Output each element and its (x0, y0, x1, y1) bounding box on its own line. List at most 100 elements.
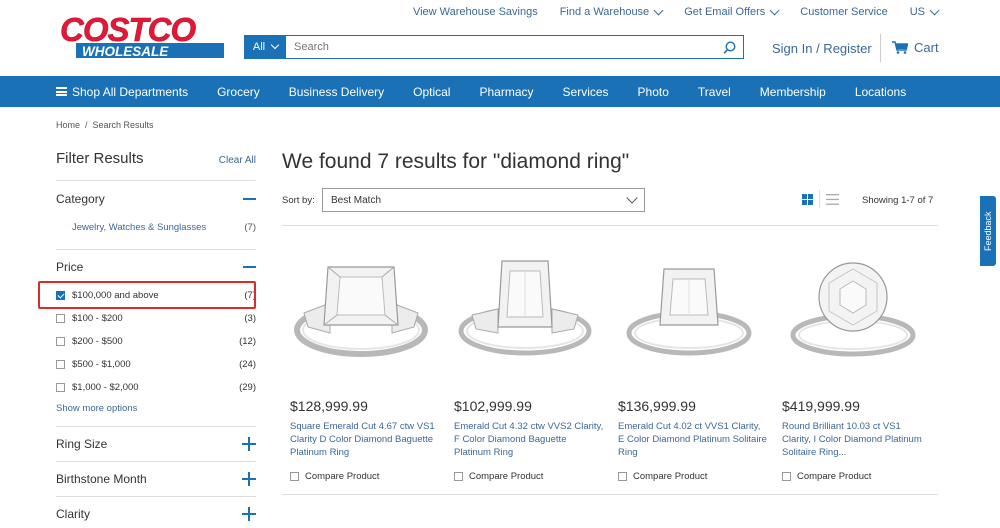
divider (282, 225, 938, 226)
product-price: $136,999.99 (618, 398, 696, 414)
checkbox[interactable] (56, 314, 65, 323)
search-bar: All (244, 35, 744, 59)
email-offers-link[interactable]: Get Email Offers (684, 5, 780, 18)
product-card[interactable]: $128,999.99 Square Emerald Cut 4.67 ctw … (290, 240, 440, 482)
search-icon[interactable] (715, 36, 743, 58)
nav-locations[interactable]: Locations (855, 85, 906, 99)
view-warehouse-savings-link[interactable]: View Warehouse Savings (413, 6, 538, 18)
checkbox[interactable] (290, 472, 299, 481)
product-image[interactable] (290, 240, 432, 380)
price-option[interactable]: $100 - $200 (3) (56, 307, 256, 330)
filter-sidebar: Filter Results Clear All Category Jewelr… (38, 150, 256, 528)
facet-birthstone-header[interactable]: Birthstone Month (56, 462, 256, 496)
header: COSTCO WHOLESALE View Warehouse Savings … (0, 0, 1000, 76)
collapse-icon (243, 198, 256, 200)
compare-product[interactable]: Compare Product (618, 471, 768, 482)
product-image[interactable] (454, 240, 596, 380)
checkbox[interactable] (782, 472, 791, 481)
checkbox-checked[interactable] (56, 291, 65, 300)
facet-price-header[interactable]: Price (56, 250, 256, 284)
results-count: Showing 1-7 of 7 (862, 195, 934, 206)
price-option[interactable]: $1,000 - $2,000 (29) (56, 376, 256, 399)
nav-pharmacy[interactable]: Pharmacy (479, 85, 533, 99)
top-links: View Warehouse Savings Find a Warehouse … (413, 5, 940, 18)
results-heading: We found 7 results for "diamond ring" (282, 150, 630, 173)
checkbox[interactable] (56, 360, 65, 369)
divider (819, 190, 820, 208)
checkbox[interactable] (618, 472, 627, 481)
chevron-down-icon (653, 5, 664, 15)
cart-button[interactable]: Cart (892, 40, 939, 55)
expand-icon (242, 472, 256, 486)
divider (880, 34, 881, 62)
nav-membership[interactable]: Membership (760, 85, 826, 99)
checkbox[interactable] (56, 383, 65, 392)
sort-dropdown[interactable]: Best Match (322, 188, 645, 212)
product-card[interactable]: $102,999.99 Emerald Cut 4.32 ctw VVS2 Cl… (454, 240, 604, 482)
category-option[interactable]: Jewelry, Watches & Sunglasses (7) (56, 217, 256, 249)
facet-birthstone: Birthstone Month (56, 462, 256, 497)
price-option[interactable]: $500 - $1,000 (24) (56, 353, 256, 376)
chevron-down-icon (270, 40, 280, 50)
product-image[interactable] (782, 240, 924, 380)
filter-title: Filter Results (56, 150, 144, 167)
product-card[interactable]: $136,999.99 Emerald Cut 4.02 ct VVS1 Cla… (618, 240, 768, 482)
svg-text:WHOLESALE: WHOLESALE (82, 44, 169, 59)
expand-icon (242, 437, 256, 451)
nav-optical[interactable]: Optical (413, 85, 450, 99)
filter-header: Filter Results Clear All (56, 150, 256, 181)
expand-icon (242, 507, 256, 521)
costco-logo[interactable]: COSTCO WHOLESALE (58, 12, 226, 62)
clear-all-link[interactable]: Clear All (219, 155, 256, 166)
sort-by-label: Sort by: (282, 195, 315, 206)
product-name-link[interactable]: Emerald Cut 4.02 ct VVS1 Clarity, E Colo… (618, 420, 768, 460)
checkbox[interactable] (454, 472, 463, 481)
product-price: $419,999.99 (782, 398, 860, 414)
facet-category: Category Jewelry, Watches & Sunglasses (… (56, 181, 256, 250)
selection-highlight (38, 281, 256, 309)
main-nav: Shop All Departments Grocery Business De… (0, 76, 1000, 107)
nav-shop-all-departments[interactable]: Shop All Departments (56, 85, 188, 99)
facet-price: Price $100,000 and above (7) $100 - $200… (38, 250, 256, 427)
compare-product[interactable]: Compare Product (782, 471, 932, 482)
product-grid: $128,999.99 Square Emerald Cut 4.67 ctw … (290, 240, 932, 482)
product-name-link[interactable]: Emerald Cut 4.32 ctw VVS2 Clarity, F Col… (454, 420, 604, 460)
chevron-down-icon (769, 5, 780, 15)
cart-icon (892, 41, 908, 54)
product-image[interactable] (618, 240, 760, 380)
find-warehouse-link[interactable]: Find a Warehouse (560, 5, 664, 18)
grid-view-icon[interactable] (802, 194, 813, 205)
facet-clarity-header[interactable]: Clarity (56, 497, 256, 528)
divider (282, 494, 938, 495)
price-option[interactable]: $200 - $500 (12) (56, 330, 256, 353)
customer-service-link[interactable]: Customer Service (800, 6, 887, 18)
svg-text:COSTCO: COSTCO (60, 12, 197, 48)
nav-travel[interactable]: Travel (698, 85, 731, 99)
facet-ring-size-header[interactable]: Ring Size (56, 427, 256, 461)
nav-services[interactable]: Services (563, 85, 609, 99)
search-scope-dropdown[interactable]: All (245, 36, 286, 58)
compare-product[interactable]: Compare Product (290, 471, 440, 482)
facet-ring-size: Ring Size (56, 427, 256, 462)
sign-in-register-link[interactable]: Sign In / Register (772, 41, 872, 56)
product-card[interactable]: $419,999.99 Round Brilliant 10.03 ct VS1… (782, 240, 932, 482)
country-selector[interactable]: US (910, 5, 940, 18)
product-name-link[interactable]: Square Emerald Cut 4.67 ctw VS1 Clarity … (290, 420, 440, 460)
nav-photo[interactable]: Photo (638, 85, 669, 99)
product-price: $102,999.99 (454, 398, 532, 414)
product-name-link[interactable]: Round Brilliant 10.03 ct VS1 Clarity, I … (782, 420, 932, 460)
show-more-options-link[interactable]: Show more options (56, 399, 256, 420)
facet-category-header[interactable]: Category (56, 181, 256, 217)
nav-business-delivery[interactable]: Business Delivery (289, 85, 384, 99)
chevron-down-icon (626, 192, 638, 204)
checkbox[interactable] (56, 337, 65, 346)
breadcrumb[interactable]: Home / Search Results (56, 120, 154, 130)
search-input[interactable] (286, 36, 715, 58)
product-price: $128,999.99 (290, 398, 368, 414)
list-view-icon[interactable] (826, 194, 839, 205)
menu-icon (56, 87, 67, 96)
feedback-tab[interactable]: Feedback (980, 196, 996, 266)
price-option[interactable]: $100,000 and above (7) (38, 281, 256, 309)
compare-product[interactable]: Compare Product (454, 471, 604, 482)
nav-grocery[interactable]: Grocery (217, 85, 260, 99)
